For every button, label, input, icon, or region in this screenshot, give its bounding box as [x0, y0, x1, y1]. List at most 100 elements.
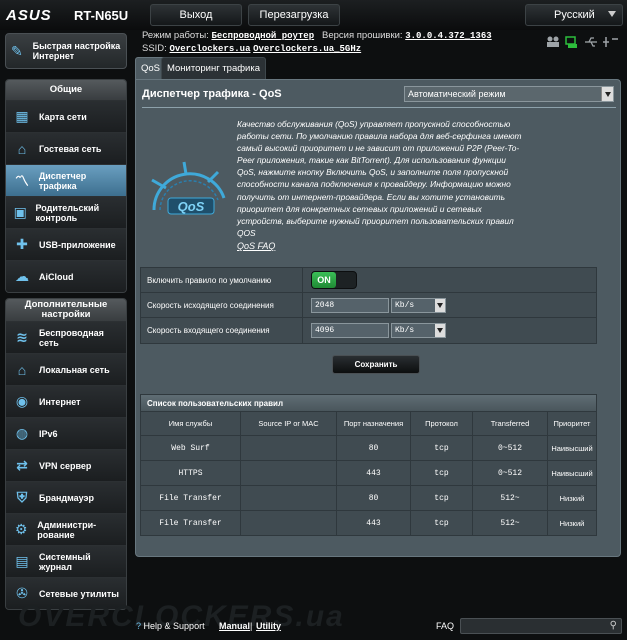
- chevron-down-icon: [601, 87, 613, 101]
- sidebar-item-administration[interactable]: ⚙ Администри-рование: [6, 513, 126, 545]
- utility-link[interactable]: Utility: [256, 621, 281, 631]
- sidebar-item-ipv6[interactable]: ◍ IPv6: [6, 417, 126, 449]
- chevron-down-icon: [435, 298, 445, 312]
- qos-faq-link[interactable]: QoS FAQ: [237, 241, 275, 251]
- column-header: Transferred: [472, 411, 548, 436]
- table-cell: Web Surf: [140, 435, 241, 461]
- table-cell: [240, 460, 337, 486]
- table-cell: 512~: [472, 510, 548, 536]
- sidebar-item-internet[interactable]: ◉ Интернет: [6, 385, 126, 417]
- table-cell: [240, 485, 337, 511]
- sidebar-item-vpn[interactable]: ⇄ VPN сервер: [6, 449, 126, 481]
- usb-app-icon: ✚: [16, 236, 28, 252]
- help-support-link[interactable]: ? Help & Support: [136, 621, 205, 631]
- table-row: File Transfer 80 tcp 512~ Низкий: [140, 485, 597, 511]
- sidebar-item-usb-app[interactable]: ✚ USB-приложение: [6, 228, 126, 260]
- sidebar-item-guest-network[interactable]: ⌂ Гостевая сеть: [6, 132, 126, 164]
- network-map-icon: ▦: [15, 108, 29, 124]
- column-header: Протокол: [410, 411, 473, 436]
- tab-traffic-monitor[interactable]: Мониторинг трафика: [161, 57, 267, 79]
- clients-icon: [547, 36, 559, 47]
- sidebar-item-wireless[interactable]: ≋ Беспроводная сеть: [6, 321, 126, 353]
- sidebar-item-aicloud[interactable]: ☁ AiCloud: [6, 260, 126, 292]
- chevron-down-icon: [435, 324, 445, 337]
- table-row: HTTPS 443 tcp 0~512 Наивысший: [140, 460, 597, 486]
- sidebar-item-system-log[interactable]: ▤ Системный журнал: [6, 545, 126, 577]
- qos-mode-select[interactable]: Автоматический режим: [404, 86, 614, 102]
- log-icon: ▤: [15, 553, 29, 569]
- general-menu-header: Общие: [6, 80, 126, 100]
- wizard-icon: ✎: [11, 42, 23, 59]
- qos-settings-form: Включить правило по умолчанию ON Скорост…: [140, 267, 597, 344]
- network-status-icon: [565, 36, 577, 48]
- sidebar-item-parental-control[interactable]: ▣ Родительский контроль: [6, 196, 126, 228]
- table-cell: File Transfer: [140, 510, 241, 536]
- table-cell: [240, 435, 337, 461]
- search-icon[interactable]: ⚲: [610, 620, 617, 631]
- user-rules-caption: Список пользовательских правил: [140, 394, 597, 411]
- quick-setup-button[interactable]: ✎ Быстрая настройка Интернет: [5, 33, 127, 69]
- upload-unit-select[interactable]: Kb/s: [391, 297, 446, 313]
- advanced-menu-header: Дополнительные настройки: [6, 299, 126, 321]
- traffic-manager-icon: 〽: [14, 172, 29, 189]
- firmware-link[interactable]: 3.0.0.4.372_1363: [405, 31, 491, 41]
- table-cell: tcp: [410, 435, 473, 461]
- download-unit-select[interactable]: Kb/s: [391, 323, 446, 338]
- parental-control-icon: ▣: [13, 204, 27, 220]
- table-cell: Низкий: [547, 485, 597, 511]
- table-cell: tcp: [410, 460, 473, 486]
- sidebar-item-lan[interactable]: ⌂ Локальная сеть: [6, 353, 126, 385]
- qos-panel: Диспетчер трафика - QoS Автоматический р…: [135, 79, 621, 557]
- operation-mode-info: Режим работы: Беспроводной роутер Версия…: [142, 30, 492, 41]
- column-header: Порт назначения: [336, 411, 411, 436]
- language-select[interactable]: Русский: [525, 4, 623, 26]
- settings-icon: [603, 37, 618, 47]
- table-cell: File Transfer: [140, 485, 241, 511]
- ipv6-icon: ◍: [15, 425, 29, 441]
- sidebar-item-network-map[interactable]: ▦ Карта сети: [6, 100, 126, 132]
- default-rule-row: Включить правило по умолчанию ON: [141, 268, 596, 293]
- upload-speed-row: Скорость исходящего соединения 2048 Kb/s: [141, 293, 596, 318]
- table-cell: Наивысший: [547, 460, 597, 486]
- download-speed-input[interactable]: 4096: [311, 323, 389, 338]
- cloud-icon: ☁: [15, 268, 29, 284]
- user-rules-table: Список пользовательских правил Имя служб…: [140, 394, 597, 536]
- gauge-label: QoS: [178, 199, 205, 214]
- chevron-down-icon: [608, 11, 616, 17]
- default-rule-toggle[interactable]: ON: [311, 271, 357, 289]
- firewall-icon: ⛨: [16, 489, 28, 505]
- admin-icon: ⚙: [14, 521, 28, 537]
- table-cell: Наивысший: [547, 435, 597, 461]
- lan-icon: ⌂: [17, 361, 27, 378]
- table-cell: 0~512: [472, 460, 548, 486]
- table-cell: 443: [336, 460, 411, 486]
- column-header: Приоритет: [547, 411, 597, 436]
- upload-speed-input[interactable]: 2048: [311, 297, 389, 313]
- status-tray: [547, 36, 618, 48]
- wifi-icon: ≋: [16, 329, 28, 345]
- asus-logo: ASUS: [6, 7, 52, 24]
- qos-description: Качество обслуживания (QoS) управляет пр…: [237, 119, 522, 238]
- sidebar-item-traffic-manager[interactable]: 〽 Диспетчер трафика: [6, 164, 126, 196]
- faq-label: FAQ: [436, 621, 455, 631]
- manual-link[interactable]: Manual: [219, 621, 250, 631]
- table-cell: tcp: [410, 510, 473, 536]
- faq-search-input[interactable]: ⚲: [460, 618, 622, 634]
- guest-network-icon: ⌂: [17, 140, 27, 157]
- ssid-info: SSID: Overclockers.ua Overclockers.ua_5G…: [142, 43, 362, 54]
- page-title: Диспетчер трафика - QoS: [142, 88, 282, 100]
- table-cell: HTTPS: [140, 460, 241, 486]
- sidebar-item-firewall[interactable]: ⛨ Брандмауэр: [6, 481, 126, 513]
- table-row: File Transfer 443 tcp 512~ Низкий: [140, 510, 597, 536]
- table-cell: 80: [336, 435, 411, 461]
- qos-gauge-icon: QoS: [151, 161, 226, 215]
- advanced-menu: Дополнительные настройки ≋ Беспроводная с…: [5, 298, 127, 610]
- table-cell: 0~512: [472, 435, 548, 461]
- logout-button[interactable]: Выход: [150, 4, 242, 26]
- usb-icon: [585, 37, 597, 47]
- save-button[interactable]: Сохранить: [332, 355, 420, 374]
- table-cell: 512~: [472, 485, 548, 511]
- reboot-button[interactable]: Перезагрузка: [248, 4, 340, 26]
- globe-icon: ◉: [15, 393, 29, 409]
- operation-mode-link[interactable]: Беспроводной роутер: [211, 31, 314, 41]
